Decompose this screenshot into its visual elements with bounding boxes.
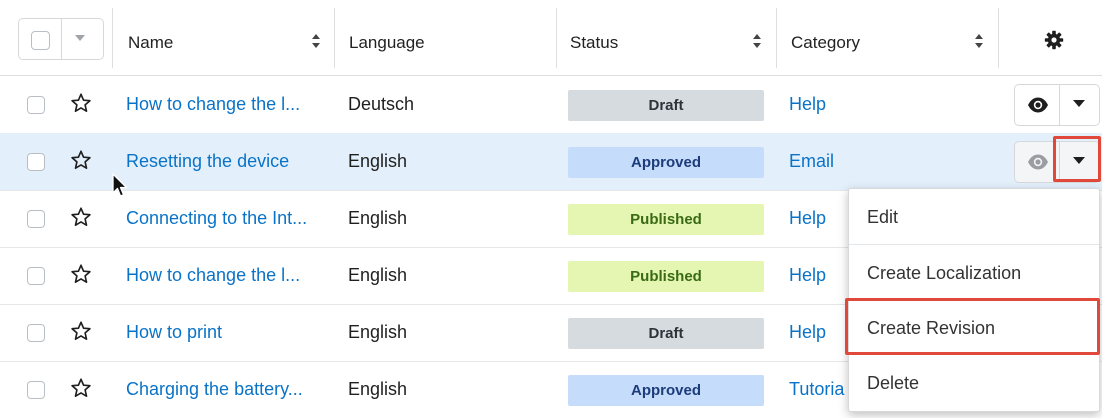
sort-icon[interactable] bbox=[752, 33, 762, 49]
article-name-link[interactable]: How to change the l... bbox=[126, 265, 300, 286]
table-row[interactable]: How to change the l... Deutsch Draft Hel… bbox=[0, 76, 1102, 134]
status-badge: Approved bbox=[568, 375, 764, 406]
article-name-link[interactable]: Connecting to the Int... bbox=[126, 208, 307, 229]
star-icon[interactable] bbox=[70, 92, 92, 114]
eye-icon[interactable] bbox=[1027, 153, 1049, 171]
column-divider bbox=[112, 8, 113, 68]
language-value: Deutsch bbox=[348, 94, 415, 114]
menu-item-label: Edit bbox=[867, 207, 899, 227]
category-link[interactable]: Help bbox=[789, 322, 826, 343]
row-checkbox[interactable] bbox=[27, 153, 45, 171]
caret-down-icon[interactable] bbox=[74, 34, 86, 42]
menu-item-create-localization[interactable]: Create Localization bbox=[849, 245, 1099, 299]
sort-icon[interactable] bbox=[974, 33, 984, 49]
column-divider bbox=[556, 8, 557, 68]
column-header-status[interactable]: Status bbox=[570, 33, 618, 53]
column-divider bbox=[334, 8, 335, 68]
column-header-category[interactable]: Category bbox=[791, 33, 860, 53]
column-divider bbox=[776, 8, 777, 68]
category-link[interactable]: Help bbox=[789, 208, 826, 229]
article-name-link[interactable]: Resetting the device bbox=[126, 151, 289, 172]
mouse-pointer-icon bbox=[112, 173, 128, 197]
language-value: English bbox=[348, 151, 408, 171]
category-link[interactable]: Tutoria bbox=[789, 379, 844, 400]
table-row[interactable]: Resetting the device English Approved Em… bbox=[0, 133, 1102, 191]
gear-icon[interactable] bbox=[1044, 30, 1064, 50]
menu-item-label: Create Localization bbox=[867, 263, 1022, 283]
status-badge: Draft bbox=[568, 318, 764, 349]
category-link[interactable]: Email bbox=[789, 151, 834, 172]
row-actions-button[interactable] bbox=[1014, 84, 1100, 126]
language-value: English bbox=[348, 379, 408, 399]
divider bbox=[61, 19, 62, 59]
caret-down-icon[interactable] bbox=[1072, 99, 1086, 108]
star-icon[interactable] bbox=[70, 377, 92, 399]
row-checkbox[interactable] bbox=[27, 324, 45, 342]
eye-icon[interactable] bbox=[1027, 96, 1049, 114]
sort-icon[interactable] bbox=[311, 33, 321, 49]
article-name-link[interactable]: Charging the battery... bbox=[126, 379, 303, 400]
column-header-name[interactable]: Name bbox=[128, 33, 173, 53]
language-value: English bbox=[348, 265, 408, 285]
status-badge: Draft bbox=[568, 90, 764, 121]
row-checkbox[interactable] bbox=[27, 210, 45, 228]
star-icon[interactable] bbox=[70, 320, 92, 342]
category-link[interactable]: Help bbox=[789, 265, 826, 286]
article-name-link[interactable]: How to change the l... bbox=[126, 94, 300, 115]
divider bbox=[1059, 85, 1060, 125]
category-link[interactable]: Help bbox=[789, 94, 826, 115]
status-badge: Published bbox=[568, 204, 764, 235]
menu-item-label: Delete bbox=[867, 373, 920, 393]
star-icon[interactable] bbox=[70, 263, 92, 285]
menu-item-delete[interactable]: Delete bbox=[849, 355, 1099, 409]
table-header: Name Language Status Category bbox=[0, 0, 1102, 76]
mass-select-dropdown[interactable] bbox=[18, 18, 104, 60]
menu-item-edit[interactable]: Edit bbox=[849, 189, 1099, 243]
row-checkbox[interactable] bbox=[27, 381, 45, 399]
select-all-checkbox[interactable] bbox=[31, 31, 50, 50]
column-divider bbox=[998, 8, 999, 68]
language-value: English bbox=[348, 322, 408, 342]
status-badge: Published bbox=[568, 261, 764, 292]
article-name-link[interactable]: How to print bbox=[126, 322, 222, 343]
highlight-box bbox=[1053, 136, 1101, 182]
highlight-box bbox=[845, 298, 1100, 355]
column-header-language[interactable]: Language bbox=[349, 33, 425, 53]
row-checkbox[interactable] bbox=[27, 96, 45, 114]
language-value: English bbox=[348, 208, 408, 228]
status-badge: Approved bbox=[568, 147, 764, 178]
row-checkbox[interactable] bbox=[27, 267, 45, 285]
star-icon[interactable] bbox=[70, 206, 92, 228]
star-icon[interactable] bbox=[70, 149, 92, 171]
